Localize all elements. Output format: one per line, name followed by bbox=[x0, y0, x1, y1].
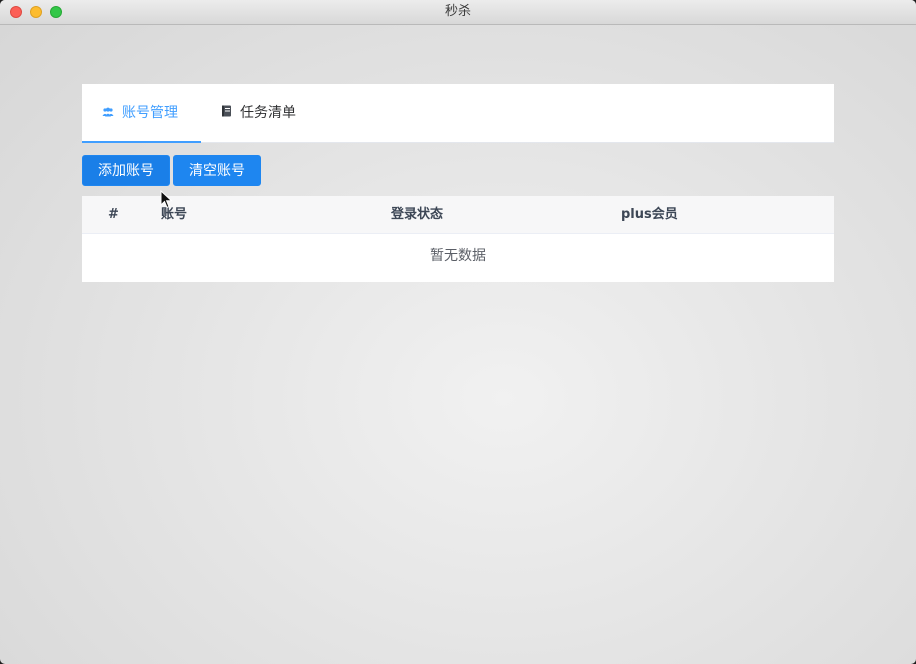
accounts-table: # 账号 登录状态 plus会员 暂无数据 bbox=[82, 196, 834, 282]
add-account-button[interactable]: 添加账号 bbox=[82, 155, 170, 186]
active-tab-indicator bbox=[82, 141, 201, 143]
tab-task-list[interactable]: 任务清单 bbox=[201, 84, 326, 142]
app-window: 秒杀 账号管理 任务清单 添加账号 清空账号 # 账号 登录状态 plus会员 … bbox=[0, 0, 916, 664]
table-header: # 账号 登录状态 plus会员 bbox=[82, 196, 834, 234]
users-icon bbox=[102, 84, 114, 142]
empty-state-text: 暂无数据 bbox=[430, 248, 486, 264]
tab-bar: 账号管理 任务清单 bbox=[82, 84, 834, 143]
column-header-index[interactable]: # bbox=[108, 196, 119, 234]
title-bar[interactable]: 秒杀 bbox=[0, 0, 916, 25]
tab-label: 账号管理 bbox=[122, 105, 178, 121]
window-title: 秒杀 bbox=[444, 4, 471, 19]
clear-accounts-button[interactable]: 清空账号 bbox=[173, 155, 261, 186]
book-icon bbox=[221, 84, 232, 142]
tab-label: 任务清单 bbox=[240, 105, 296, 121]
column-header-plus-member[interactable]: plus会员 bbox=[621, 196, 678, 234]
column-header-login-status[interactable]: 登录状态 bbox=[391, 196, 443, 234]
tab-account-management[interactable]: 账号管理 bbox=[82, 84, 201, 143]
mouse-cursor-icon bbox=[160, 190, 173, 209]
